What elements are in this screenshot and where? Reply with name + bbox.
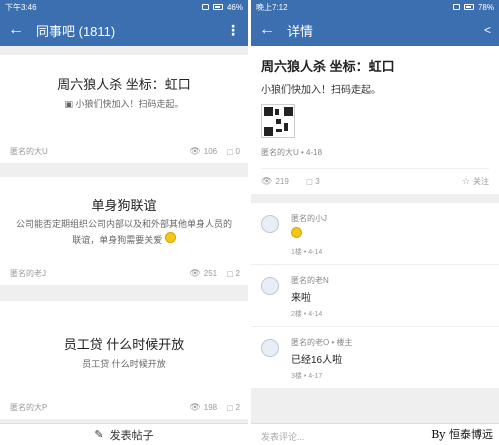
- status-bar: 晚上7:12 78%: [251, 0, 499, 14]
- share-icon[interactable]: <: [484, 23, 491, 37]
- back-arrow-icon[interactable]: ←: [259, 21, 279, 39]
- image-icon: ▣: [64, 99, 73, 109]
- eye-icon: 👁: [189, 402, 201, 412]
- follow-button[interactable]: ☆ 关注: [462, 176, 489, 187]
- comment-item[interactable]: 匿名的小J 1楼 • 4-14: [251, 203, 499, 265]
- qr-code-image[interactable]: [261, 104, 295, 138]
- view-count: 219: [275, 177, 289, 186]
- post-snippet: 公司能否定期组织公司内部以及和外部其他单身人员的联谊，单身狗需要关爱: [15, 219, 232, 245]
- status-time: 晚上7:12: [256, 2, 288, 12]
- comment-count: 3: [315, 177, 320, 186]
- comment-text: 来啦: [291, 293, 311, 304]
- signal-icon: [452, 4, 460, 10]
- emoji-icon: [291, 227, 302, 238]
- page-title: 详情: [287, 23, 314, 39]
- view-count: 198: [203, 403, 218, 412]
- pen-icon: ✎: [94, 429, 104, 441]
- post-author: 匿名的大P: [10, 403, 48, 412]
- app-bar: ← 详情 <: [251, 14, 499, 46]
- follow-label: 关注: [473, 177, 489, 186]
- status-time: 下午3:46: [5, 2, 37, 12]
- comment-input-placeholder: 发表评论...: [261, 432, 305, 442]
- detail-title: 周六狼人杀 坐标：虹口: [261, 59, 395, 74]
- comment-meta: 2楼 • 4-14: [291, 311, 323, 318]
- page-title: 同事吧 (1811): [36, 23, 116, 39]
- comment-input[interactable]: 发表评论... By 恒泰博远: [251, 423, 499, 445]
- post-title: 员工贷 什么时候开放: [63, 337, 185, 352]
- post-detail: 周六狼人杀 坐标：虹口 小狼们快加入！扫码走起。 匿名的大U • 4-18 👁 2…: [251, 46, 499, 194]
- post-snippet: 小狼们快加入！扫码走起。: [75, 99, 184, 109]
- view-count: 251: [203, 269, 218, 278]
- comment-author: 匿名的老O • 楼主: [291, 338, 353, 347]
- post-author: 匿名的老J: [10, 269, 46, 278]
- avatar: [261, 339, 279, 357]
- comment-icon: □: [227, 402, 233, 413]
- comment-icon: □: [227, 268, 233, 279]
- comment-icon: □: [227, 146, 233, 157]
- comment-icon: □: [306, 176, 313, 187]
- watermark: By 恒泰博远: [431, 428, 493, 441]
- post-card[interactable]: 单身狗联谊 公司能否定期组织公司内部以及和外部其他单身人员的联谊，单身狗需要关爱…: [0, 177, 248, 285]
- star-icon: ☆: [461, 176, 470, 186]
- post-title: 单身狗联谊: [91, 198, 157, 213]
- post-title: 周六狼人杀 坐标：虹口: [57, 77, 191, 92]
- detail-author: 匿名的大U • 4-18: [261, 148, 323, 157]
- comment-author: 匿名的老N: [291, 276, 329, 285]
- post-card[interactable]: 周六狼人杀 坐标：虹口 ▣ 小狼们快加入！扫码走起。 匿名的大U 👁 106 □ 0: [0, 55, 248, 163]
- comment-count: 0: [235, 147, 240, 156]
- right-screen: 晚上7:12 78% ← 详情 < 周六狼人杀 坐标：虹口 小狼们快加入！扫码走…: [251, 0, 499, 445]
- back-arrow-icon[interactable]: ←: [8, 21, 28, 39]
- compose-post-button[interactable]: ✎ 发表帖子: [0, 423, 248, 445]
- battery-icon: [463, 4, 474, 10]
- eye-icon: 👁: [189, 146, 201, 156]
- comment-count: 2: [235, 269, 240, 278]
- app-bar: ← 同事吧 (1811) ⋮: [0, 14, 248, 46]
- comment-text: 已经16人啦: [291, 355, 343, 366]
- emoji-icon: [164, 232, 176, 243]
- more-vert-icon[interactable]: ⋮: [226, 22, 240, 39]
- compose-label: 发表帖子: [109, 429, 154, 442]
- comment-item[interactable]: 匿名的老O • 楼主 已经16人啦 3楼 • 4-17: [251, 327, 499, 389]
- comment-meta: 3楼 • 4-17: [291, 373, 323, 380]
- status-bar: 下午3:46 46%: [0, 0, 248, 14]
- view-count: 106: [203, 147, 218, 156]
- avatar: [261, 277, 279, 295]
- eye-icon: 👁: [261, 176, 273, 186]
- battery-percent: 46%: [226, 2, 243, 12]
- signal-icon: [201, 4, 209, 10]
- eye-icon: 👁: [189, 268, 201, 278]
- avatar: [261, 215, 279, 233]
- battery-icon: [212, 4, 223, 10]
- comment-item[interactable]: 匿名的老N 来啦 2楼 • 4-14: [251, 265, 499, 327]
- detail-body: 小狼们快加入！扫码走起。: [261, 85, 381, 96]
- post-snippet: 员工贷 什么时候开放: [82, 359, 166, 369]
- post-card[interactable]: 员工贷 什么时候开放 员工贷 什么时候开放 匿名的大P 👁 198 □ 2: [0, 301, 248, 419]
- comment-count: 2: [235, 403, 240, 412]
- post-author: 匿名的大U: [10, 147, 48, 156]
- comment-meta: 1楼 • 4-14: [291, 249, 323, 256]
- battery-percent: 78%: [477, 2, 494, 12]
- left-screen: 下午3:46 46% ← 同事吧 (1811) ⋮ 周六狼人杀 坐标：虹口 ▣ …: [0, 0, 248, 445]
- comment-author: 匿名的小J: [291, 214, 327, 223]
